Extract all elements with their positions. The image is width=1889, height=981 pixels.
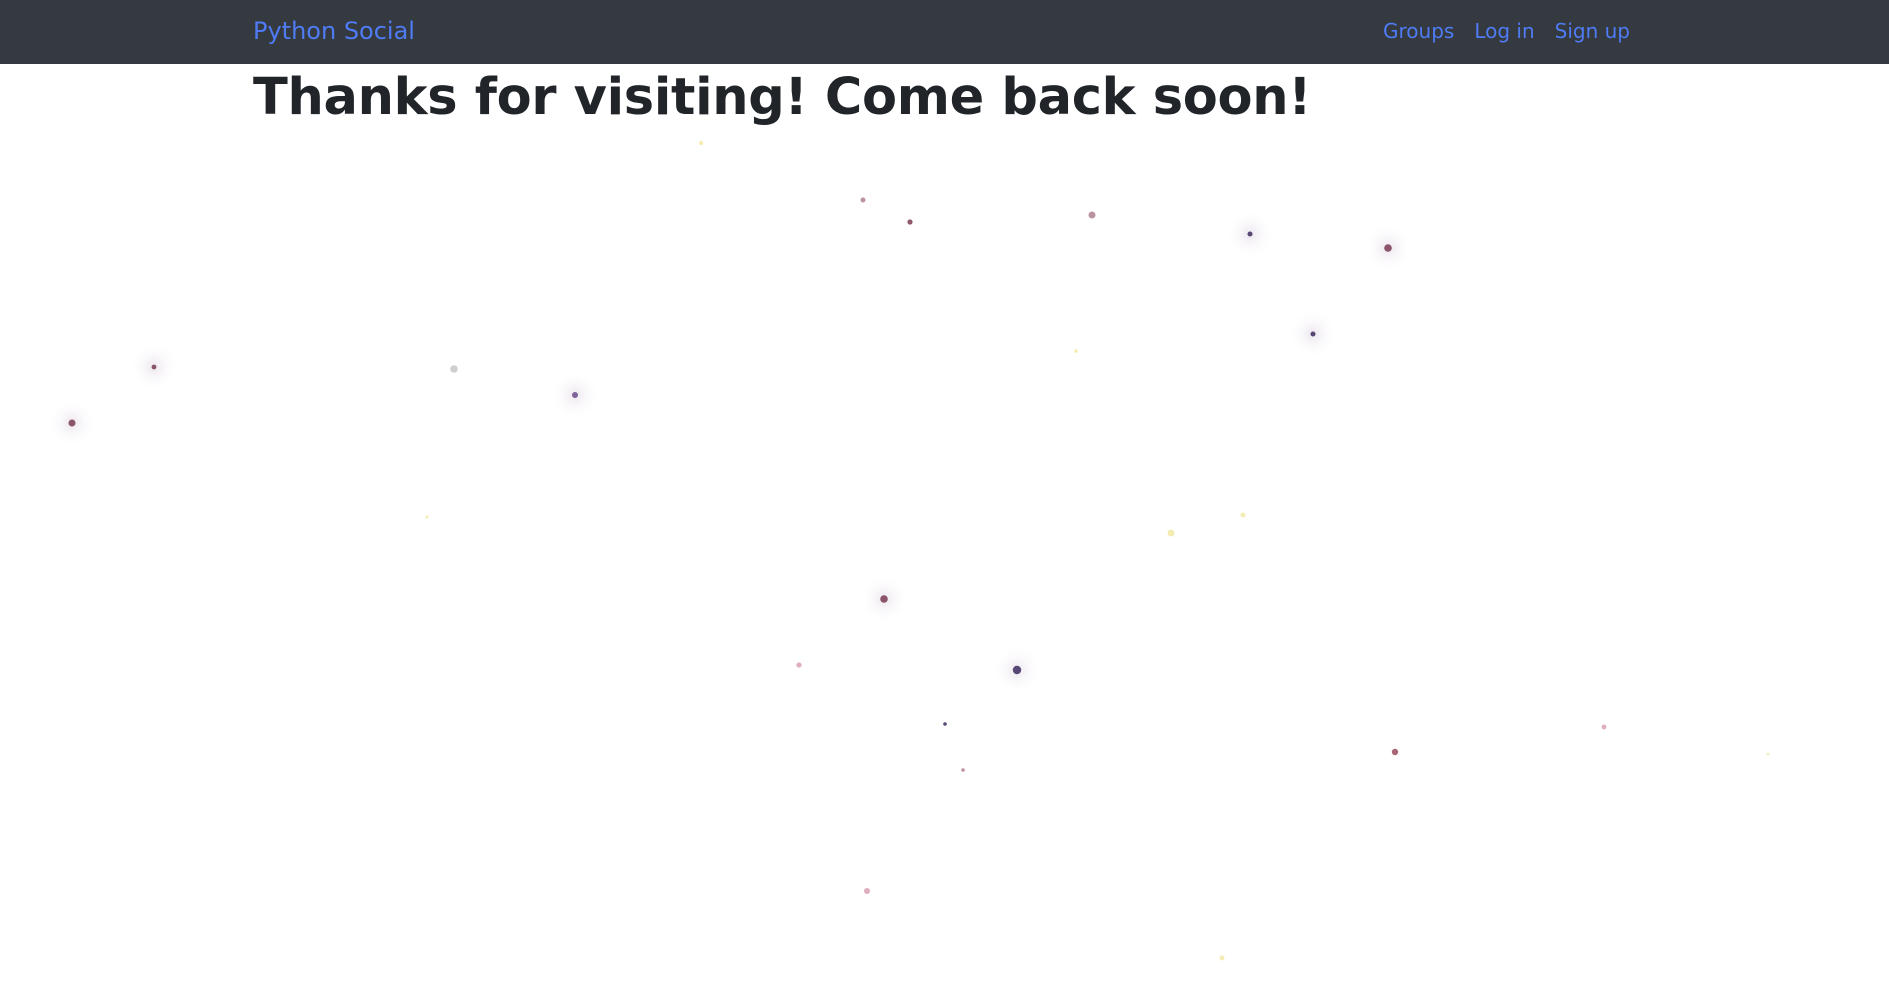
particle-dot	[943, 722, 947, 726]
particle-dots	[48, 140, 1770, 961]
particle-dot	[1601, 724, 1607, 730]
particle-dot	[1167, 529, 1175, 537]
particle-dot	[864, 888, 870, 894]
particle-dot	[68, 419, 76, 427]
nav-link-signup[interactable]: Sign up	[1555, 17, 1630, 45]
particle-dot	[572, 392, 578, 398]
particle-dot	[961, 768, 965, 772]
particle-dot	[1384, 244, 1392, 252]
particle-dot	[1074, 349, 1078, 353]
particle-dot	[1310, 331, 1316, 337]
brand-link[interactable]: Python Social	[253, 15, 415, 47]
particle-dot	[450, 365, 458, 373]
particle-dot	[1247, 231, 1253, 237]
particle-dot	[1088, 211, 1096, 219]
particle-dot	[1391, 748, 1399, 756]
particle-dot	[1766, 752, 1770, 756]
particle-dot	[1012, 665, 1022, 675]
top-navbar: Python Social Groups Log in Sign up	[0, 0, 1889, 64]
nav-link-groups[interactable]: Groups	[1383, 17, 1454, 45]
particle-dot	[796, 662, 802, 668]
particle-dot	[151, 364, 157, 370]
nav-links: Groups Log in Sign up	[1383, 17, 1630, 45]
particle-dot	[860, 197, 866, 203]
particle-dot	[425, 515, 429, 519]
particle-dot	[907, 219, 913, 225]
particle-dot	[698, 140, 704, 146]
particle-dot	[1219, 955, 1225, 961]
particle-background	[48, 140, 1770, 961]
particle-dot	[1240, 512, 1246, 518]
nav-link-login[interactable]: Log in	[1474, 17, 1534, 45]
particle-dot	[880, 595, 888, 603]
